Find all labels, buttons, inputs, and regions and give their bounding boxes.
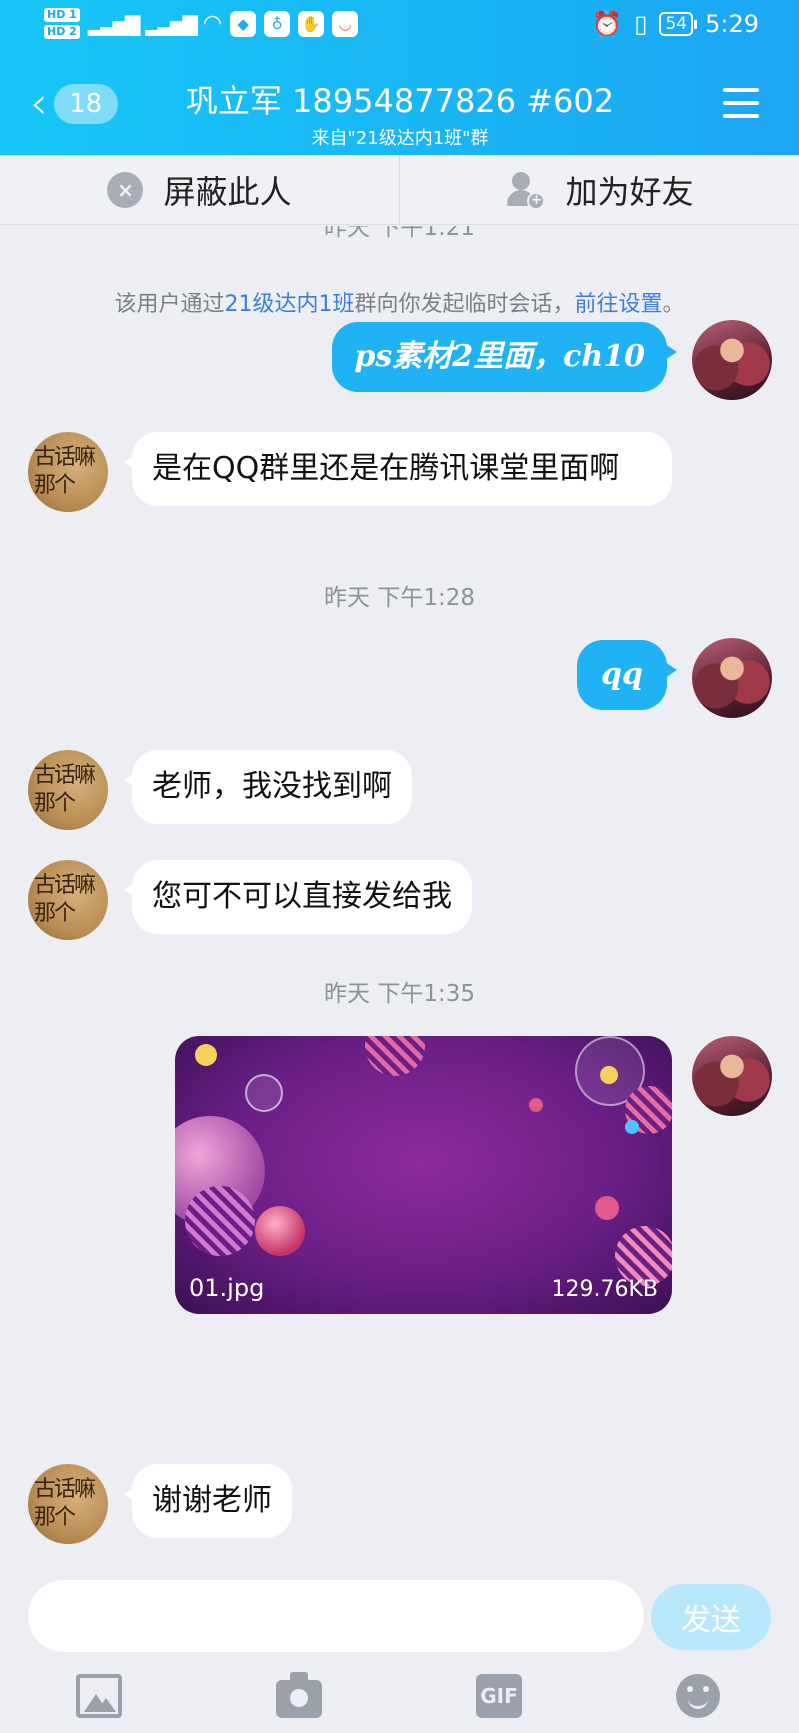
chat-area[interactable]: 昨天 下午1:21 该用户通过21级达内1班群向你发起临时会话，前往设置。 ps… [0,226,799,1576]
contact-avatar[interactable]: 古话嘛那个 [28,1464,108,1544]
battery-icon: 54 [659,12,697,36]
chat-title: 巩立军 18954877826 #602 [185,82,615,120]
alarm-icon: ⏰ [592,10,623,38]
message-text: 是在QQ群里还是在腾讯课堂里面啊 [152,451,620,486]
add-person-icon: + [505,170,546,210]
settings-link[interactable]: 前往设置 [575,292,663,317]
timestamp: 昨天 下午1:35 [324,981,475,1007]
notice-text: 。 [662,292,685,317]
block-face-icon: × [107,171,144,208]
avatar-calligraphy: 古话嘛那个 [34,445,96,498]
hand-icon: ✋ [298,10,325,37]
message-bubble-outgoing[interactable]: qq [577,640,677,710]
clock: 5:29 [705,10,759,38]
add-friend-label: 加为好友 [565,172,694,211]
contact-avatar[interactable]: 古话嘛那个 [28,750,108,830]
my-avatar[interactable] [692,638,772,718]
notice-text: 该用户通过 [114,292,225,317]
message-text: 老师，我没找到啊 [152,769,392,804]
chevron-left-icon: ‹ [30,78,48,129]
timestamp: 昨天 下午1:21 [324,226,475,241]
contact-avatar[interactable]: 古话嘛那个 [28,432,108,512]
status-bar: HD 1 HD 2 ▂▃▅▇ ▂▃▅▇ ◠ ◆ ♁ ✋ ◡ ⏰ ▯ 54 5:2… [0,0,799,56]
message-text: 谢谢老师 [152,1483,272,1518]
chat-subtitle: 来自"21级达内1班"群 [311,128,489,149]
avatar-calligraphy: 古话嘛那个 [34,763,96,816]
group-link[interactable]: 21级达内1班 [224,292,354,317]
compose-bar: 发送 [0,1580,799,1656]
app-icon: ◡ [332,10,359,37]
action-bar: × 屏蔽此人 + 加为好友 [0,155,799,225]
avatar-calligraphy: 古话嘛那个 [34,873,96,926]
image-icon[interactable] [76,1674,122,1718]
status-right: ⏰ ▯ 54 5:29 [592,10,759,38]
block-user-button[interactable]: × 屏蔽此人 [0,155,399,224]
gif-icon[interactable]: GIF [476,1674,522,1718]
shield-icon: ◆ [230,10,257,37]
message-text: ps素材2里面，ch10 [354,339,645,374]
hd1-label: HD 1 [44,8,80,22]
my-avatar[interactable] [692,1036,772,1116]
unread-count-badge: 18 [53,84,118,124]
bulb-icon: ♁ [264,10,291,37]
message-bubble-incoming[interactable]: 谢谢老师 [124,1464,292,1538]
emoji-icon[interactable] [676,1674,720,1718]
send-button[interactable]: 发送 [651,1584,771,1650]
message-input[interactable] [28,1580,644,1652]
camera-icon[interactable] [276,1672,322,1718]
signal-icon-2: ▂▃▅▇ [145,11,198,36]
add-friend-button[interactable]: + 加为好友 [399,155,799,224]
message-text: 您可不可以直接发给我 [152,879,452,914]
my-avatar[interactable] [692,320,772,400]
contact-avatar[interactable]: 古话嘛那个 [28,860,108,940]
signal-icon: ▂▃▅▇ [87,11,141,36]
message-bubble-incoming[interactable]: 您可不可以直接发给我 [124,860,472,934]
status-left: HD 1 HD 2 ▂▃▅▇ ▂▃▅▇ ◠ ◆ ♁ ✋ ◡ [44,8,359,39]
image-file-size: 129.76KB [551,1277,659,1302]
vibrate-icon: ▯ [634,10,648,38]
title-bar: HD 1 HD 2 ▂▃▅▇ ▂▃▅▇ ◠ ◆ ♁ ✋ ◡ ⏰ ▯ 54 5:2… [0,0,799,155]
hd-indicator: HD 1 HD 2 [44,8,80,39]
message-text: qq [601,657,643,692]
hd2-label: HD 2 [44,25,80,39]
message-bubble-incoming[interactable]: 是在QQ群里还是在腾讯课堂里面啊 [124,432,672,506]
wifi-icon: ◠ [202,11,223,36]
avatar-calligraphy: 古话嘛那个 [34,1477,96,1530]
notice-text: 群向你发起临时会话， [354,292,575,317]
timestamp: 昨天 下午1:28 [324,585,475,611]
compose-toolbar: GIF [0,1670,799,1730]
hamburger-menu-icon[interactable] [723,88,759,118]
image-file-name: 01.jpg [189,1274,265,1302]
message-bubble-incoming[interactable]: 老师，我没找到啊 [124,750,412,824]
message-bubble-outgoing[interactable]: ps素材2里面，ch10 [332,322,677,392]
image-message[interactable]: 01.jpg 129.76KB [175,1036,672,1314]
block-user-label: 屏蔽此人 [163,172,292,211]
back-button[interactable]: ‹ 18 [30,82,118,126]
system-notice: 该用户通过21级达内1班群向你发起临时会话，前往设置。 [0,286,799,318]
chat-title-block: 巩立军 18954877826 #602 来自"21级达内1班"群 [130,76,670,150]
